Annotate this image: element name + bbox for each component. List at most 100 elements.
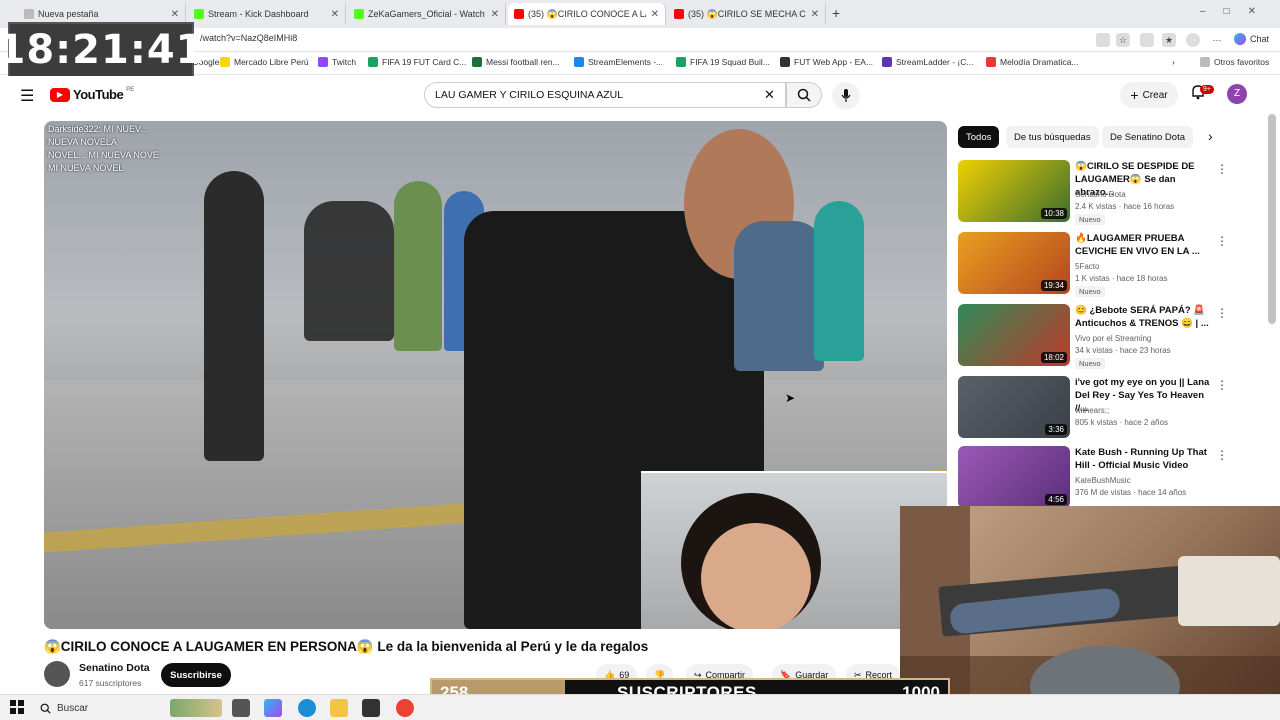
- task-view-icon[interactable]: [232, 699, 250, 717]
- recommendation-item[interactable]: 10:38 😱CIRILO SE DESPIDE DE LAUGAMER😱 Se…: [958, 160, 1228, 228]
- copilot-icon: [1234, 33, 1246, 45]
- youtube-play-icon: ▶: [50, 87, 70, 102]
- bookmark-item[interactable]: Melodía Dramatica...: [986, 57, 1078, 67]
- kick-icon: [194, 9, 204, 19]
- bookmark-item[interactable]: Mercado Libre Perú: [220, 57, 309, 67]
- new-tab-button[interactable]: +: [832, 5, 840, 21]
- video-thumbnail[interactable]: 10:38: [958, 160, 1070, 222]
- widgets-icon[interactable]: [170, 699, 222, 717]
- search-button[interactable]: [786, 82, 822, 108]
- chip-from-searches[interactable]: De tus búsquedas: [1006, 126, 1099, 148]
- microphone-icon: [841, 89, 851, 102]
- file-explorer-icon[interactable]: [330, 699, 348, 717]
- channel-name[interactable]: Senatino Dota: [79, 662, 150, 674]
- mouse-cursor-icon: ➤: [785, 391, 796, 405]
- recommendation-item[interactable]: 19:34 🔥LAUGAMER PRUEBA CEVICHE EN VIVO E…: [958, 232, 1228, 300]
- bookmark-item[interactable]: FIFA 19 FUT Card C...: [368, 57, 466, 67]
- search-icon: [40, 703, 51, 714]
- video-player[interactable]: Darkside322: MI NUEV... NUEVA NOVELA NOV…: [44, 121, 947, 629]
- recommendation-channel[interactable]: Vivo por el Streaming: [1075, 334, 1151, 343]
- clear-search-icon[interactable]: ✕: [764, 87, 775, 103]
- chip-todos[interactable]: Todos: [958, 126, 1000, 148]
- video-frame-figure: [394, 181, 442, 351]
- globe-icon: [780, 57, 790, 67]
- close-tab-icon[interactable]: ✕: [491, 9, 499, 20]
- page-scrollbar[interactable]: [1268, 114, 1276, 324]
- menu-icon[interactable]: ☰: [20, 86, 34, 106]
- chrome-icon[interactable]: [396, 699, 414, 717]
- close-tab-icon[interactable]: ✕: [651, 9, 659, 20]
- bookmark-item[interactable]: FUT Web App - EA...: [780, 57, 873, 67]
- new-badge: Nuevo: [1075, 286, 1105, 297]
- folder-icon: [1200, 57, 1210, 67]
- video-thumbnail[interactable]: 18:02: [958, 304, 1070, 366]
- twitch-icon: [318, 57, 328, 67]
- bookmark-item[interactable]: StreamElements -...: [574, 57, 663, 67]
- edge-icon[interactable]: [298, 699, 316, 717]
- video-thumbnail[interactable]: 3:36: [958, 376, 1070, 438]
- close-tab-icon[interactable]: ✕: [331, 9, 339, 20]
- favorites-icon[interactable]: ★: [1162, 33, 1176, 47]
- recommendation-item[interactable]: 3:36 i've got my eye on you || Lana Del …: [958, 376, 1228, 444]
- video-thumbnail[interactable]: 4:56: [958, 446, 1070, 508]
- youtube-icon: [986, 57, 996, 67]
- chevron-right-icon[interactable]: ›: [1172, 57, 1175, 67]
- recommendation-title[interactable]: 😊 ¿Bebote SERÁ PAPÁ? 🚨 Anticuchos & TREN…: [1075, 304, 1211, 330]
- new-badge: Nuevo: [1075, 358, 1105, 369]
- more-options-icon[interactable]: ⋮: [1216, 162, 1228, 176]
- tab-zekagamers[interactable]: ZeKaGamers_Oficial - Watch clips a ✕: [348, 3, 506, 25]
- bookmark-item[interactable]: Messi football ren...: [472, 57, 560, 67]
- copilot-icon[interactable]: [264, 699, 282, 717]
- reader-icon[interactable]: [1096, 33, 1110, 47]
- chat-button[interactable]: Chat: [1234, 33, 1269, 45]
- more-icon[interactable]: ⋯: [1210, 33, 1224, 47]
- tab-cirilo-mecha[interactable]: (35) 😱CIRILO SE MECHA CON EL ✕: [668, 3, 826, 25]
- profile-icon[interactable]: [1186, 33, 1200, 47]
- chip-from-channel[interactable]: De Senatino Dota: [1102, 126, 1193, 148]
- url-field[interactable]: /watch?v=NazQ8eIMHi8: [200, 33, 297, 43]
- more-options-icon[interactable]: ⋮: [1216, 306, 1228, 320]
- bookmark-item[interactable]: StreamLadder - ¡C...: [882, 57, 973, 67]
- video-thumbnail[interactable]: 19:34: [958, 232, 1070, 294]
- close-tab-icon[interactable]: ✕: [811, 9, 819, 20]
- create-button[interactable]: + Crear: [1120, 82, 1178, 108]
- recommendation-meta: 805 k vistas · hace 2 años: [1075, 418, 1168, 427]
- tab-cirilo-conoce[interactable]: (35) 😱CIRILO CONOCE A LA ✕: [508, 3, 666, 25]
- windows-start-icon[interactable]: [10, 700, 24, 719]
- video-frame-figure: [204, 171, 264, 461]
- other-favorites[interactable]: Otros favoritos: [1200, 57, 1269, 67]
- subscribe-button[interactable]: Suscribirse: [161, 663, 231, 687]
- recommendation-title[interactable]: 🔥LAUGAMER PRUEBA CEVICHE EN VIVO EN LA .…: [1075, 232, 1211, 258]
- recommendation-channel[interactable]: withears;;: [1075, 406, 1109, 415]
- recommendation-title[interactable]: Kate Bush - Running Up That Hill - Offic…: [1075, 446, 1211, 472]
- recommendation-meta: 2.4 K vistas · hace 16 horas: [1075, 202, 1175, 211]
- stream-chat-overlay: Darkside322: MI NUEV... NUEVA NOVELA NOV…: [48, 124, 159, 173]
- channel-avatar[interactable]: [44, 661, 70, 687]
- star-icon[interactable]: ☆: [1116, 33, 1130, 47]
- youtube-logo[interactable]: ▶ YouTube PE: [50, 87, 134, 102]
- recommendation-item[interactable]: 18:02 😊 ¿Bebote SERÁ PAPÁ? 🚨 Anticuchos …: [958, 304, 1228, 372]
- recommendation-channel[interactable]: Senatino Dota: [1075, 190, 1126, 199]
- voice-search-button[interactable]: [832, 82, 860, 110]
- close-tab-icon[interactable]: ✕: [171, 9, 179, 20]
- more-options-icon[interactable]: ⋮: [1216, 378, 1228, 392]
- recommendation-channel[interactable]: KateBushMusic: [1075, 476, 1131, 485]
- streamelements-icon: [574, 57, 584, 67]
- account-avatar[interactable]: Z: [1227, 84, 1247, 104]
- new-badge: Nuevo: [1075, 214, 1105, 225]
- recommendation-meta: 34 k vistas · hace 23 horas: [1075, 346, 1171, 355]
- search-input[interactable]: LAU GAMER Y CIRILO ESQUINA AZUL: [424, 82, 786, 108]
- bookmark-item[interactable]: FIFA 19 Squad Buil...: [676, 57, 770, 67]
- app-icon[interactable]: [362, 699, 380, 717]
- recommendation-item[interactable]: 4:56 Kate Bush - Running Up That Hill - …: [958, 446, 1228, 514]
- bookmark-item[interactable]: Twitch: [318, 57, 356, 67]
- webcam-sofa: [1178, 556, 1280, 626]
- tab-kick-dashboard[interactable]: Stream - Kick Dashboard ✕: [188, 3, 346, 25]
- more-options-icon[interactable]: ⋮: [1216, 448, 1228, 462]
- recommendation-channel[interactable]: 5Facto: [1075, 262, 1099, 271]
- more-options-icon[interactable]: ⋮: [1216, 234, 1228, 248]
- chevron-right-icon[interactable]: ›: [1208, 128, 1213, 144]
- window-controls[interactable]: –□✕: [1200, 6, 1274, 17]
- extensions-icon[interactable]: [1140, 33, 1154, 47]
- channel-subscriber-count: 617 suscriptores: [79, 678, 142, 688]
